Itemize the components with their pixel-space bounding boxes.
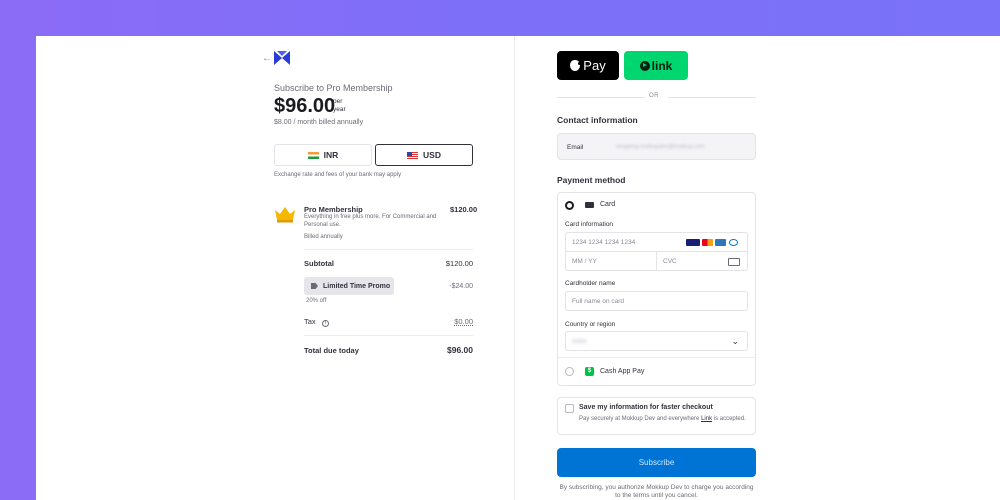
price-period: per year xyxy=(333,98,346,114)
or-label: OR xyxy=(649,93,659,99)
save-info-box: Save my information for faster checkout … xyxy=(557,397,756,435)
cashapp-label: Cash App Pay xyxy=(600,368,645,375)
apple-pay-button[interactable]: Pay xyxy=(557,51,619,80)
cashapp-radio[interactable] xyxy=(565,367,574,376)
subtotal-value: $120.00 xyxy=(445,259,473,268)
checkout-page: ← Subscribe to Pro Membership $96.00 per… xyxy=(36,36,1000,500)
subtotal-label: Subtotal xyxy=(304,259,334,268)
link-pay-label: link xyxy=(651,58,673,73)
payment-form: Pay link OR Contact information Email sh… xyxy=(515,36,1000,500)
email-label: Email xyxy=(567,144,584,151)
mastercard-icon xyxy=(702,239,713,246)
promo-code-chip[interactable]: Limited Time Promo xyxy=(304,277,394,295)
currency-inr-button[interactable]: INR xyxy=(274,144,372,166)
product-name: Subscribe to Pro Membership xyxy=(274,83,393,93)
card-icon xyxy=(585,202,594,208)
link-info-link[interactable]: Link xyxy=(701,416,712,422)
apple-icon xyxy=(570,60,582,71)
line-item-billing: Billed annually xyxy=(304,234,343,240)
diners-icon xyxy=(729,239,738,246)
country-select[interactable]: India ⌄ xyxy=(565,331,748,351)
link-pay-button[interactable]: link xyxy=(624,51,688,80)
exchange-note: Exchange rate and fees of your bank may … xyxy=(274,172,402,178)
save-info-description: Pay securely at Mokkup Dev and everywher… xyxy=(579,415,747,423)
line-item-description: Everything in free plus more. For Commer… xyxy=(304,214,437,228)
terms-text: By subscribing, you authorize Mokkup Dev… xyxy=(559,484,754,499)
save-info-desc-before: Pay securely at Mokkup Dev and everywher… xyxy=(579,416,702,422)
info-icon[interactable]: i xyxy=(321,320,329,327)
email-field[interactable]: Email shopping.mokkupdev@mokkup.com xyxy=(557,133,756,160)
chevron-down-icon: ⌄ xyxy=(731,336,739,346)
crown-icon xyxy=(275,207,295,223)
cardholder-placeholder: Full name on card xyxy=(572,297,625,305)
link-play-icon xyxy=(639,60,650,71)
promo-note: 20% off xyxy=(306,298,327,304)
currency-inr-label: INR xyxy=(323,150,339,160)
currency-usd-label: USD xyxy=(423,150,441,160)
visa-icon xyxy=(686,239,700,246)
save-info-title: Save my information for faster checkout xyxy=(579,404,713,411)
divider xyxy=(304,335,473,336)
total-label: Total due today xyxy=(304,346,359,355)
country-label: Country or region xyxy=(565,321,616,328)
payment-method-box: Card Card information 1234 1234 1234 123… xyxy=(557,192,756,386)
or-divider-right xyxy=(668,97,756,98)
tax-row: Tax i xyxy=(304,317,329,327)
price: $96.00 xyxy=(274,95,336,117)
card-label: Card xyxy=(600,201,616,208)
order-summary: ← Subscribe to Pro Membership $96.00 per… xyxy=(36,36,514,500)
mokkup-logo[interactable] xyxy=(274,51,290,65)
price-period-line2: year xyxy=(333,106,346,113)
save-info-desc-after: is accepted. xyxy=(712,416,746,422)
payment-method-title: Payment method xyxy=(557,175,626,185)
apple-pay-label: Pay xyxy=(583,58,606,73)
cardholder-label: Cardholder name xyxy=(565,280,616,287)
india-flag-icon xyxy=(307,151,319,159)
us-flag-icon xyxy=(407,151,419,159)
or-divider-left xyxy=(557,97,645,98)
currency-usd-button[interactable]: USD xyxy=(375,144,473,166)
email-value: shopping.mokkupdev@mokkup.com xyxy=(616,144,705,150)
cashapp-icon: $ xyxy=(585,367,594,376)
card-number-placeholder: 1234 1234 1234 1234 xyxy=(572,238,636,246)
total-value: $96.00 xyxy=(447,345,473,355)
tax-label: Tax xyxy=(304,317,316,326)
subscribe-button[interactable]: Subscribe xyxy=(557,448,756,477)
price-period-line1: per xyxy=(333,98,343,105)
expiry-placeholder: MM / YY xyxy=(572,257,597,265)
cvc-card-icon xyxy=(728,258,740,266)
save-info-checkbox[interactable] xyxy=(565,404,574,413)
contact-title: Contact information xyxy=(557,115,638,125)
country-value: India xyxy=(572,337,587,345)
cvc-placeholder: CVC xyxy=(663,257,677,265)
cvc-input[interactable]: CVC xyxy=(656,251,748,271)
card-radio[interactable] xyxy=(565,201,574,210)
card-info-label: Card information xyxy=(565,221,614,228)
card-number-input[interactable]: 1234 1234 1234 1234 xyxy=(565,232,748,252)
expiry-input[interactable]: MM / YY xyxy=(565,251,657,271)
promo-value: -$24.00 xyxy=(449,283,473,290)
tag-icon xyxy=(311,283,318,289)
divider xyxy=(304,249,473,250)
promo-label: Limited Time Promo xyxy=(323,282,391,290)
cardholder-input[interactable]: Full name on card xyxy=(565,291,748,311)
line-item-price: $120.00 xyxy=(450,205,478,214)
billing-note: $8.00 / month billed annually xyxy=(274,119,364,126)
tax-value: $0.00 xyxy=(454,317,473,326)
divider xyxy=(558,357,755,358)
arrow-left-icon[interactable]: ← xyxy=(262,53,272,64)
line-item-title: Pro Membership xyxy=(304,205,363,214)
amex-icon xyxy=(715,239,726,246)
